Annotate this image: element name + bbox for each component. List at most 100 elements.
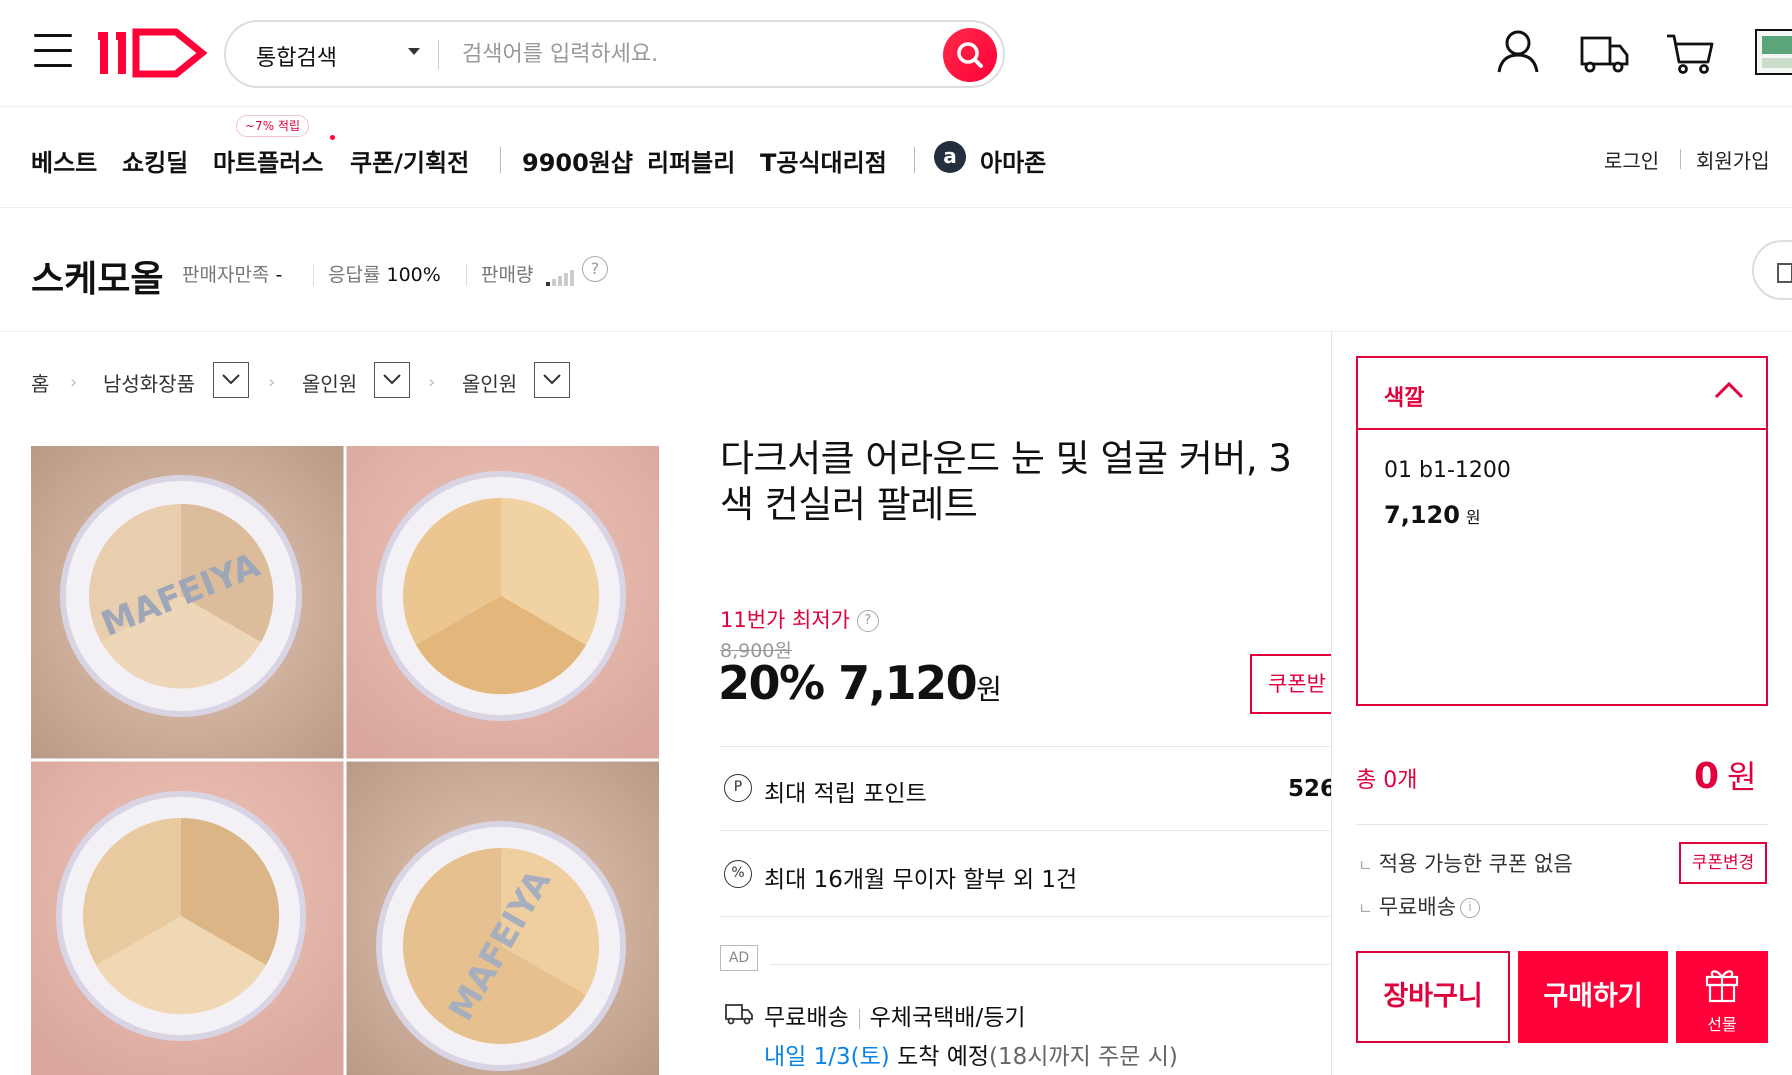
coupon-status: ㄴ 적용 가능한 쿠폰 없음: [1358, 848, 1573, 878]
nav-coupon-promotion[interactable]: 쿠폰/기획전: [350, 143, 469, 178]
option-title: 색깔: [1384, 386, 1425, 411]
gift-button[interactable]: 선물: [1676, 951, 1768, 1043]
compact-bottom-right: MAFEIYA: [376, 821, 626, 1071]
breadcrumb-dropdown-1[interactable]: [213, 362, 249, 398]
caret-down-icon[interactable]: [408, 48, 420, 55]
sub-item-prefix: ㄴ: [1358, 899, 1373, 918]
divider: [720, 830, 1330, 831]
breadcrumb-category-1[interactable]: 남성화장품: [103, 368, 195, 397]
help-icon[interactable]: ?: [582, 256, 608, 282]
free-shipping-text: 무료배송: [1378, 895, 1457, 919]
lowest-price-label: 11번가 최저가 ?: [720, 604, 879, 634]
buy-now-button[interactable]: 구매하기: [1518, 951, 1668, 1043]
satisfaction-value: -: [275, 264, 283, 286]
nav-amazon[interactable]: 아마존: [980, 143, 1046, 178]
seller-satisfaction: 판매자만족 -: [182, 260, 282, 287]
option-header[interactable]: 색깔: [1358, 358, 1766, 430]
chevron-down-icon: [222, 374, 240, 385]
product-title: 다크서클 어라운드 눈 및 얼굴 커버, 3색 컨실러 팔레트: [720, 437, 1292, 526]
max-points-label[interactable]: 최대 적립 포인트: [764, 774, 927, 808]
arrival-estimate: 내일 1/3(토) 도착 예정(18시까지 주문 시): [764, 1037, 1178, 1071]
chevron-down-icon: [383, 374, 401, 385]
sub-item-prefix: ㄴ: [1358, 856, 1373, 875]
coupon-change-button[interactable]: 쿠폰변경: [1679, 842, 1767, 884]
currency-unit: 원: [1727, 758, 1757, 796]
nav-mart-plus[interactable]: 마트플러스: [213, 143, 323, 178]
option-item[interactable]: 01 b1-1200 7,120 원: [1384, 458, 1511, 529]
breadcrumb-category-3[interactable]: 올인원: [462, 368, 517, 397]
delivery-truck-icon[interactable]: [1578, 26, 1630, 78]
breadcrumb-dropdown-3[interactable]: [534, 362, 570, 398]
product-photo-collage: MAFEIYA MAFEIYA: [31, 446, 659, 1075]
divider: [720, 746, 1330, 747]
breadcrumb-category-2[interactable]: 올인원: [302, 368, 357, 397]
11st-logo[interactable]: [98, 26, 208, 78]
gift-icon: [1705, 970, 1739, 1003]
search-bar: 통합검색: [224, 20, 1005, 88]
arrival-note: (18시까지 주문 시): [989, 1044, 1178, 1070]
option-selector: 색깔 01 b1-1200 7,120 원: [1356, 356, 1768, 706]
nav-shocking-deal[interactable]: 쇼킹딜: [122, 143, 188, 178]
seller-response-rate: 응답률 100%: [328, 260, 441, 287]
compact-bottom-left: [56, 791, 306, 1041]
login-link[interactable]: 로그인: [1604, 145, 1659, 174]
nav-best[interactable]: 베스트: [31, 143, 97, 178]
chevron-up-icon: [1714, 381, 1744, 399]
menu-icon[interactable]: [34, 34, 72, 68]
installment-info[interactable]: 최대 16개월 무이자 할부 외 1건: [764, 860, 1077, 894]
amazon-icon[interactable]: a: [934, 141, 966, 173]
lowest-price-text: 11번가 최저가: [720, 608, 850, 632]
shipping-fee: 무료배송: [764, 1005, 849, 1031]
sales-level-bars-icon: [546, 270, 574, 286]
category-nav: 베스트 쇼킹딜 ~7% 적립 마트플러스 쿠폰/기획전 9900원샵 리퍼블리 …: [0, 107, 1792, 208]
arrival-date: 내일 1/3(토): [764, 1044, 890, 1070]
chevron-right-icon: ›: [70, 372, 78, 393]
recent-view-thumbnail-icon[interactable]: [1754, 26, 1792, 78]
nav-9900-shop[interactable]: 9900원샵: [522, 143, 633, 178]
seller-sales-volume: 판매량: [481, 260, 533, 287]
search-icon: [957, 42, 983, 68]
chevron-right-icon: ›: [268, 372, 276, 393]
divider: [770, 964, 1330, 965]
cart-icon[interactable]: [1664, 26, 1716, 78]
point-icon: P: [724, 774, 752, 802]
search-button[interactable]: [943, 28, 997, 82]
seller-name[interactable]: 스케모올: [31, 250, 163, 302]
installment-icon: %: [724, 860, 752, 888]
divider: [1356, 824, 1768, 825]
nav-refurbly[interactable]: 리퍼블리: [647, 143, 735, 178]
signup-link[interactable]: 회원가입: [1696, 145, 1770, 174]
help-icon[interactable]: ?: [856, 610, 879, 632]
search-input[interactable]: [462, 36, 912, 72]
compact-top-left: MAFEIYA: [60, 475, 302, 717]
free-shipping-row: ㄴ 무료배송 i: [1358, 891, 1481, 921]
share-icon: [1777, 263, 1792, 283]
search-divider: [438, 40, 439, 70]
shipping-info: 무료배송 우체국택배/등기: [764, 998, 1026, 1032]
total-quantity: 총 0개: [1356, 768, 1418, 793]
option-price-value: 7,120: [1384, 501, 1460, 529]
option-name: 01 b1-1200: [1384, 458, 1511, 483]
auth-divider: [1680, 149, 1681, 169]
new-dot: [330, 135, 335, 140]
response-value: 100%: [386, 264, 441, 286]
sales-label: 판매량: [481, 264, 534, 286]
breadcrumb-home[interactable]: 홈: [31, 368, 49, 397]
search-category-select[interactable]: 통합검색: [256, 40, 337, 72]
shipping-method: 우체국택배/등기: [869, 1005, 1026, 1031]
arrival-text: 도착 예정: [889, 1044, 990, 1070]
download-coupon-button[interactable]: 쿠폰받: [1250, 654, 1340, 714]
chevron-right-icon: ›: [428, 372, 436, 393]
gift-button-label: 선물: [1707, 1015, 1737, 1034]
nav-t-official-store[interactable]: T공식대리점: [760, 143, 887, 178]
delivery-truck-icon: [725, 1004, 753, 1025]
nav-divider: [500, 147, 501, 173]
add-to-cart-button[interactable]: 장바구니: [1356, 951, 1510, 1043]
seller-bar: 스케모올 판매자만족 - 응답률 100% 판매량 ?: [0, 208, 1792, 332]
info-icon[interactable]: i: [1460, 898, 1481, 918]
breadcrumb-dropdown-2[interactable]: [374, 362, 410, 398]
product-image[interactable]: MAFEIYA MAFEIYA: [31, 446, 659, 1075]
total-price-value: 0: [1694, 756, 1720, 797]
user-icon[interactable]: [1492, 26, 1544, 78]
sale-price-line: 20% 7,120원: [718, 656, 1002, 710]
